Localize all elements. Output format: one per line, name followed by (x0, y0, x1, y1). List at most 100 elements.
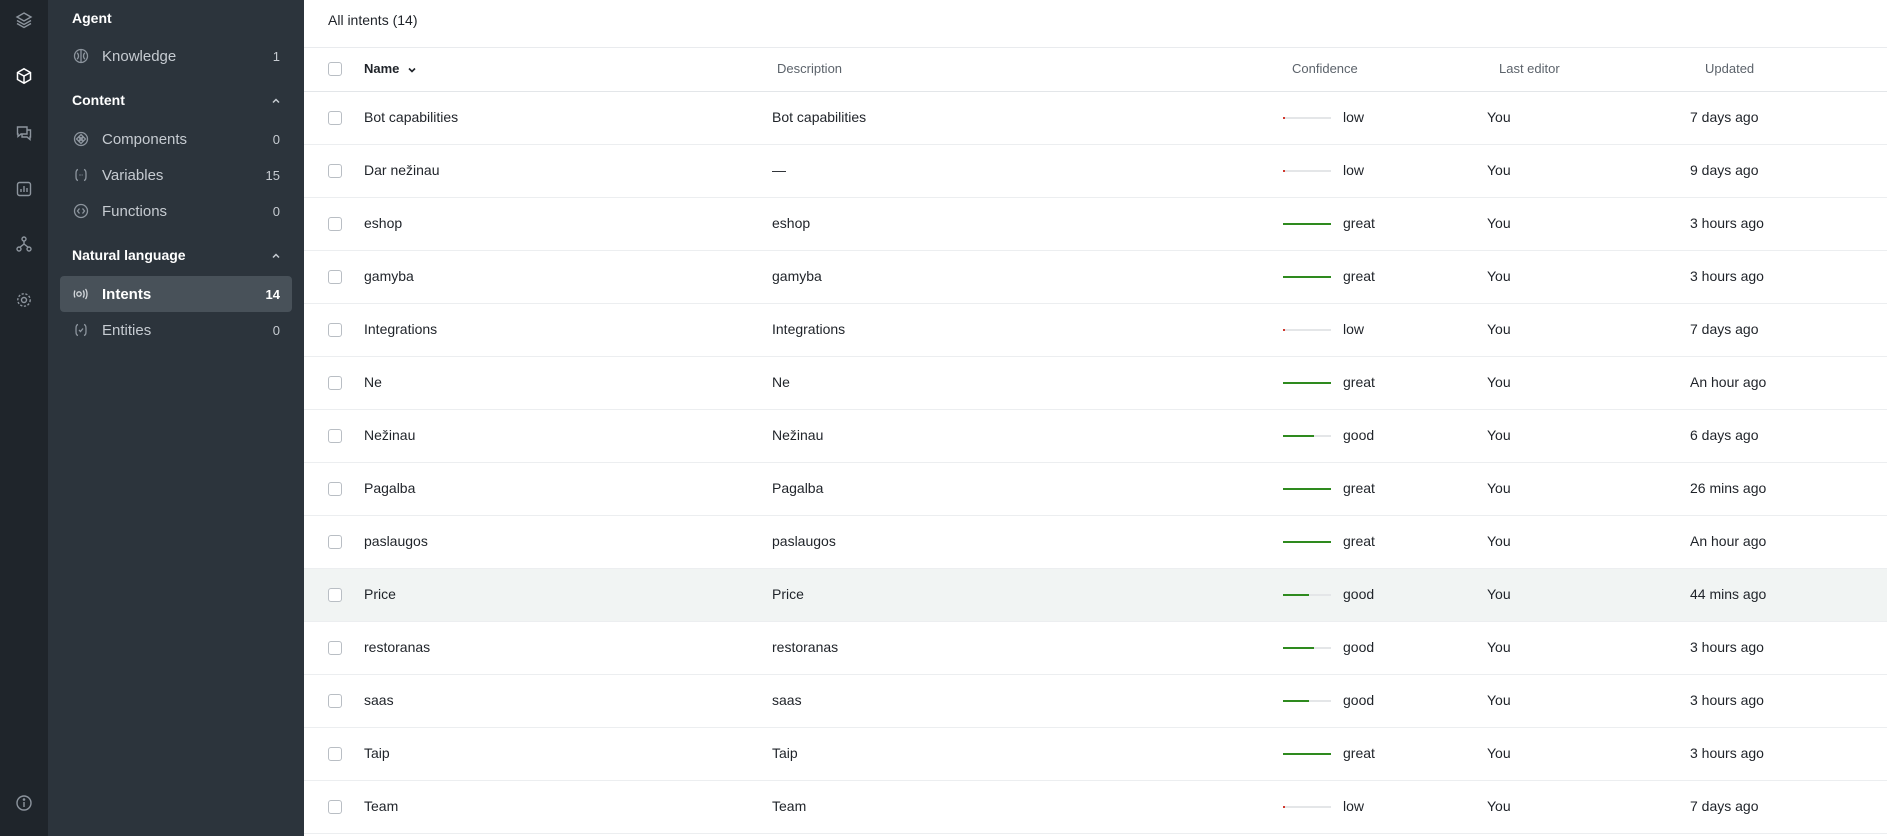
sidebar-item-label: Intents (102, 285, 152, 303)
table-row[interactable]: eshop eshop great You 3 hours ago (304, 198, 1887, 251)
confidence-bar-fill (1283, 223, 1331, 225)
analytics-icon[interactable] (12, 177, 36, 201)
table-row[interactable]: restoranas restoranas good You 3 hours ago (304, 622, 1887, 675)
column-header-label: Name (364, 61, 400, 76)
last-editor: You (1487, 533, 1511, 549)
cube-icon[interactable] (12, 64, 36, 88)
confidence-label: good (1343, 427, 1375, 443)
chat-icon[interactable] (12, 121, 36, 145)
settings-icon[interactable] (12, 288, 36, 312)
intent-name[interactable]: eshop (364, 215, 402, 231)
row-checkbox[interactable] (328, 429, 342, 443)
table-row[interactable]: Integrations Integrations low You 7 days ago (304, 304, 1887, 357)
confidence-bar (1283, 700, 1331, 702)
sidebar-item-intents[interactable]: Intents 14 (60, 276, 292, 312)
confidence-label: great (1343, 745, 1375, 761)
table-row[interactable]: Dar nežinau — low You 9 days ago (304, 145, 1887, 198)
select-all-checkbox[interactable] (328, 62, 342, 76)
intent-name[interactable]: Pagalba (364, 480, 415, 496)
column-header-confidence[interactable]: Confidence (1292, 61, 1358, 76)
column-header-last-editor[interactable]: Last editor (1499, 61, 1560, 76)
confidence-bar (1283, 170, 1331, 172)
confidence-bar (1283, 806, 1331, 808)
column-header-name[interactable]: Name (364, 61, 417, 76)
variables-icon (72, 166, 90, 184)
table-row[interactable]: Price Price good You 44 mins ago (304, 569, 1887, 622)
intent-name[interactable]: restoranas (364, 639, 430, 655)
confidence-label: great (1343, 374, 1375, 390)
column-header-description[interactable]: Description (777, 61, 842, 76)
row-checkbox[interactable] (328, 164, 342, 178)
updated-time: 3 hours ago (1690, 692, 1764, 708)
intent-name[interactable]: Ne (364, 374, 382, 390)
intent-name[interactable]: Team (364, 798, 398, 814)
confidence-bar (1283, 329, 1331, 331)
updated-time: 3 hours ago (1690, 639, 1764, 655)
last-editor: You (1487, 745, 1511, 761)
chevron-up-icon[interactable] (270, 250, 282, 262)
sidebar-item-label: Entities (102, 321, 152, 339)
table-row[interactable]: Ne Ne great You An hour ago (304, 357, 1887, 410)
updated-time: 44 mins ago (1690, 586, 1767, 602)
info-icon[interactable] (12, 791, 36, 815)
layers-icon[interactable] (12, 8, 36, 32)
intent-description: Ne (772, 374, 790, 390)
intent-name[interactable]: gamyba (364, 268, 414, 284)
updated-time: 6 days ago (1690, 427, 1759, 443)
intent-description: Nežinau (772, 427, 824, 443)
row-checkbox[interactable] (328, 694, 342, 708)
intent-description: Pagalba (772, 480, 824, 496)
intent-name[interactable]: Nežinau (364, 427, 415, 443)
table-row[interactable]: Taip Taip great You 3 hours ago (304, 728, 1887, 781)
sidebar-item-count: 1 (272, 48, 280, 64)
intent-description: saas (772, 692, 802, 708)
chevron-up-icon[interactable] (270, 95, 282, 107)
sidebar-item-knowledge[interactable]: Knowledge 1 (60, 38, 292, 74)
confidence-bar-fill (1283, 753, 1331, 755)
intent-name[interactable]: paslaugos (364, 533, 428, 549)
confidence-label: great (1343, 480, 1375, 496)
intent-name[interactable]: Taip (364, 745, 390, 761)
row-checkbox[interactable] (328, 376, 342, 390)
intent-name[interactable]: saas (364, 692, 394, 708)
row-checkbox[interactable] (328, 482, 342, 496)
row-checkbox[interactable] (328, 747, 342, 761)
row-checkbox[interactable] (328, 535, 342, 549)
table-row[interactable]: Pagalba Pagalba great You 26 mins ago (304, 463, 1887, 516)
page-header: All intents (14) (304, 0, 1887, 48)
confidence-bar (1283, 382, 1331, 384)
sidebar-item-variables[interactable]: Variables 15 (60, 157, 292, 193)
row-checkbox[interactable] (328, 641, 342, 655)
sidebar-item-entities[interactable]: Entities 0 (60, 312, 292, 348)
sidebar-item-functions[interactable]: Functions 0 (60, 193, 292, 229)
confidence-bar (1283, 435, 1331, 437)
intent-name[interactable]: Bot capabilities (364, 109, 458, 125)
updated-time: 7 days ago (1690, 321, 1759, 337)
confidence-bar (1283, 117, 1331, 119)
last-editor: You (1487, 639, 1511, 655)
intent-name[interactable]: Dar nežinau (364, 162, 440, 178)
intent-name[interactable]: Integrations (364, 321, 437, 337)
sort-chevron-down-icon (408, 67, 416, 73)
table-row[interactable]: paslaugos paslaugos great You An hour ago (304, 516, 1887, 569)
column-header-updated[interactable]: Updated (1705, 61, 1754, 76)
section-title-content: Content (72, 92, 125, 108)
sidebar-item-components[interactable]: Components 0 (60, 121, 292, 157)
table-row[interactable]: Team Team low You 7 days ago (304, 781, 1887, 834)
table-row[interactable]: gamyba gamyba great You 3 hours ago (304, 251, 1887, 304)
table-row[interactable]: Bot capabilities Bot capabilities low You 7 … (304, 92, 1887, 145)
row-checkbox[interactable] (328, 800, 342, 814)
integrations-icon[interactable] (12, 232, 36, 256)
row-checkbox[interactable] (328, 588, 342, 602)
updated-time: 3 hours ago (1690, 268, 1764, 284)
row-checkbox[interactable] (328, 217, 342, 231)
intent-name[interactable]: Price (364, 586, 396, 602)
row-checkbox[interactable] (328, 323, 342, 337)
table-row[interactable]: Nežinau Nežinau good You 6 days ago (304, 410, 1887, 463)
intent-description: Team (772, 798, 807, 814)
row-checkbox[interactable] (328, 270, 342, 284)
confidence-label: great (1343, 215, 1375, 231)
table-row[interactable]: saas saas good You 3 hours ago (304, 675, 1887, 728)
confidence-bar-fill (1283, 594, 1309, 596)
row-checkbox[interactable] (328, 111, 342, 125)
